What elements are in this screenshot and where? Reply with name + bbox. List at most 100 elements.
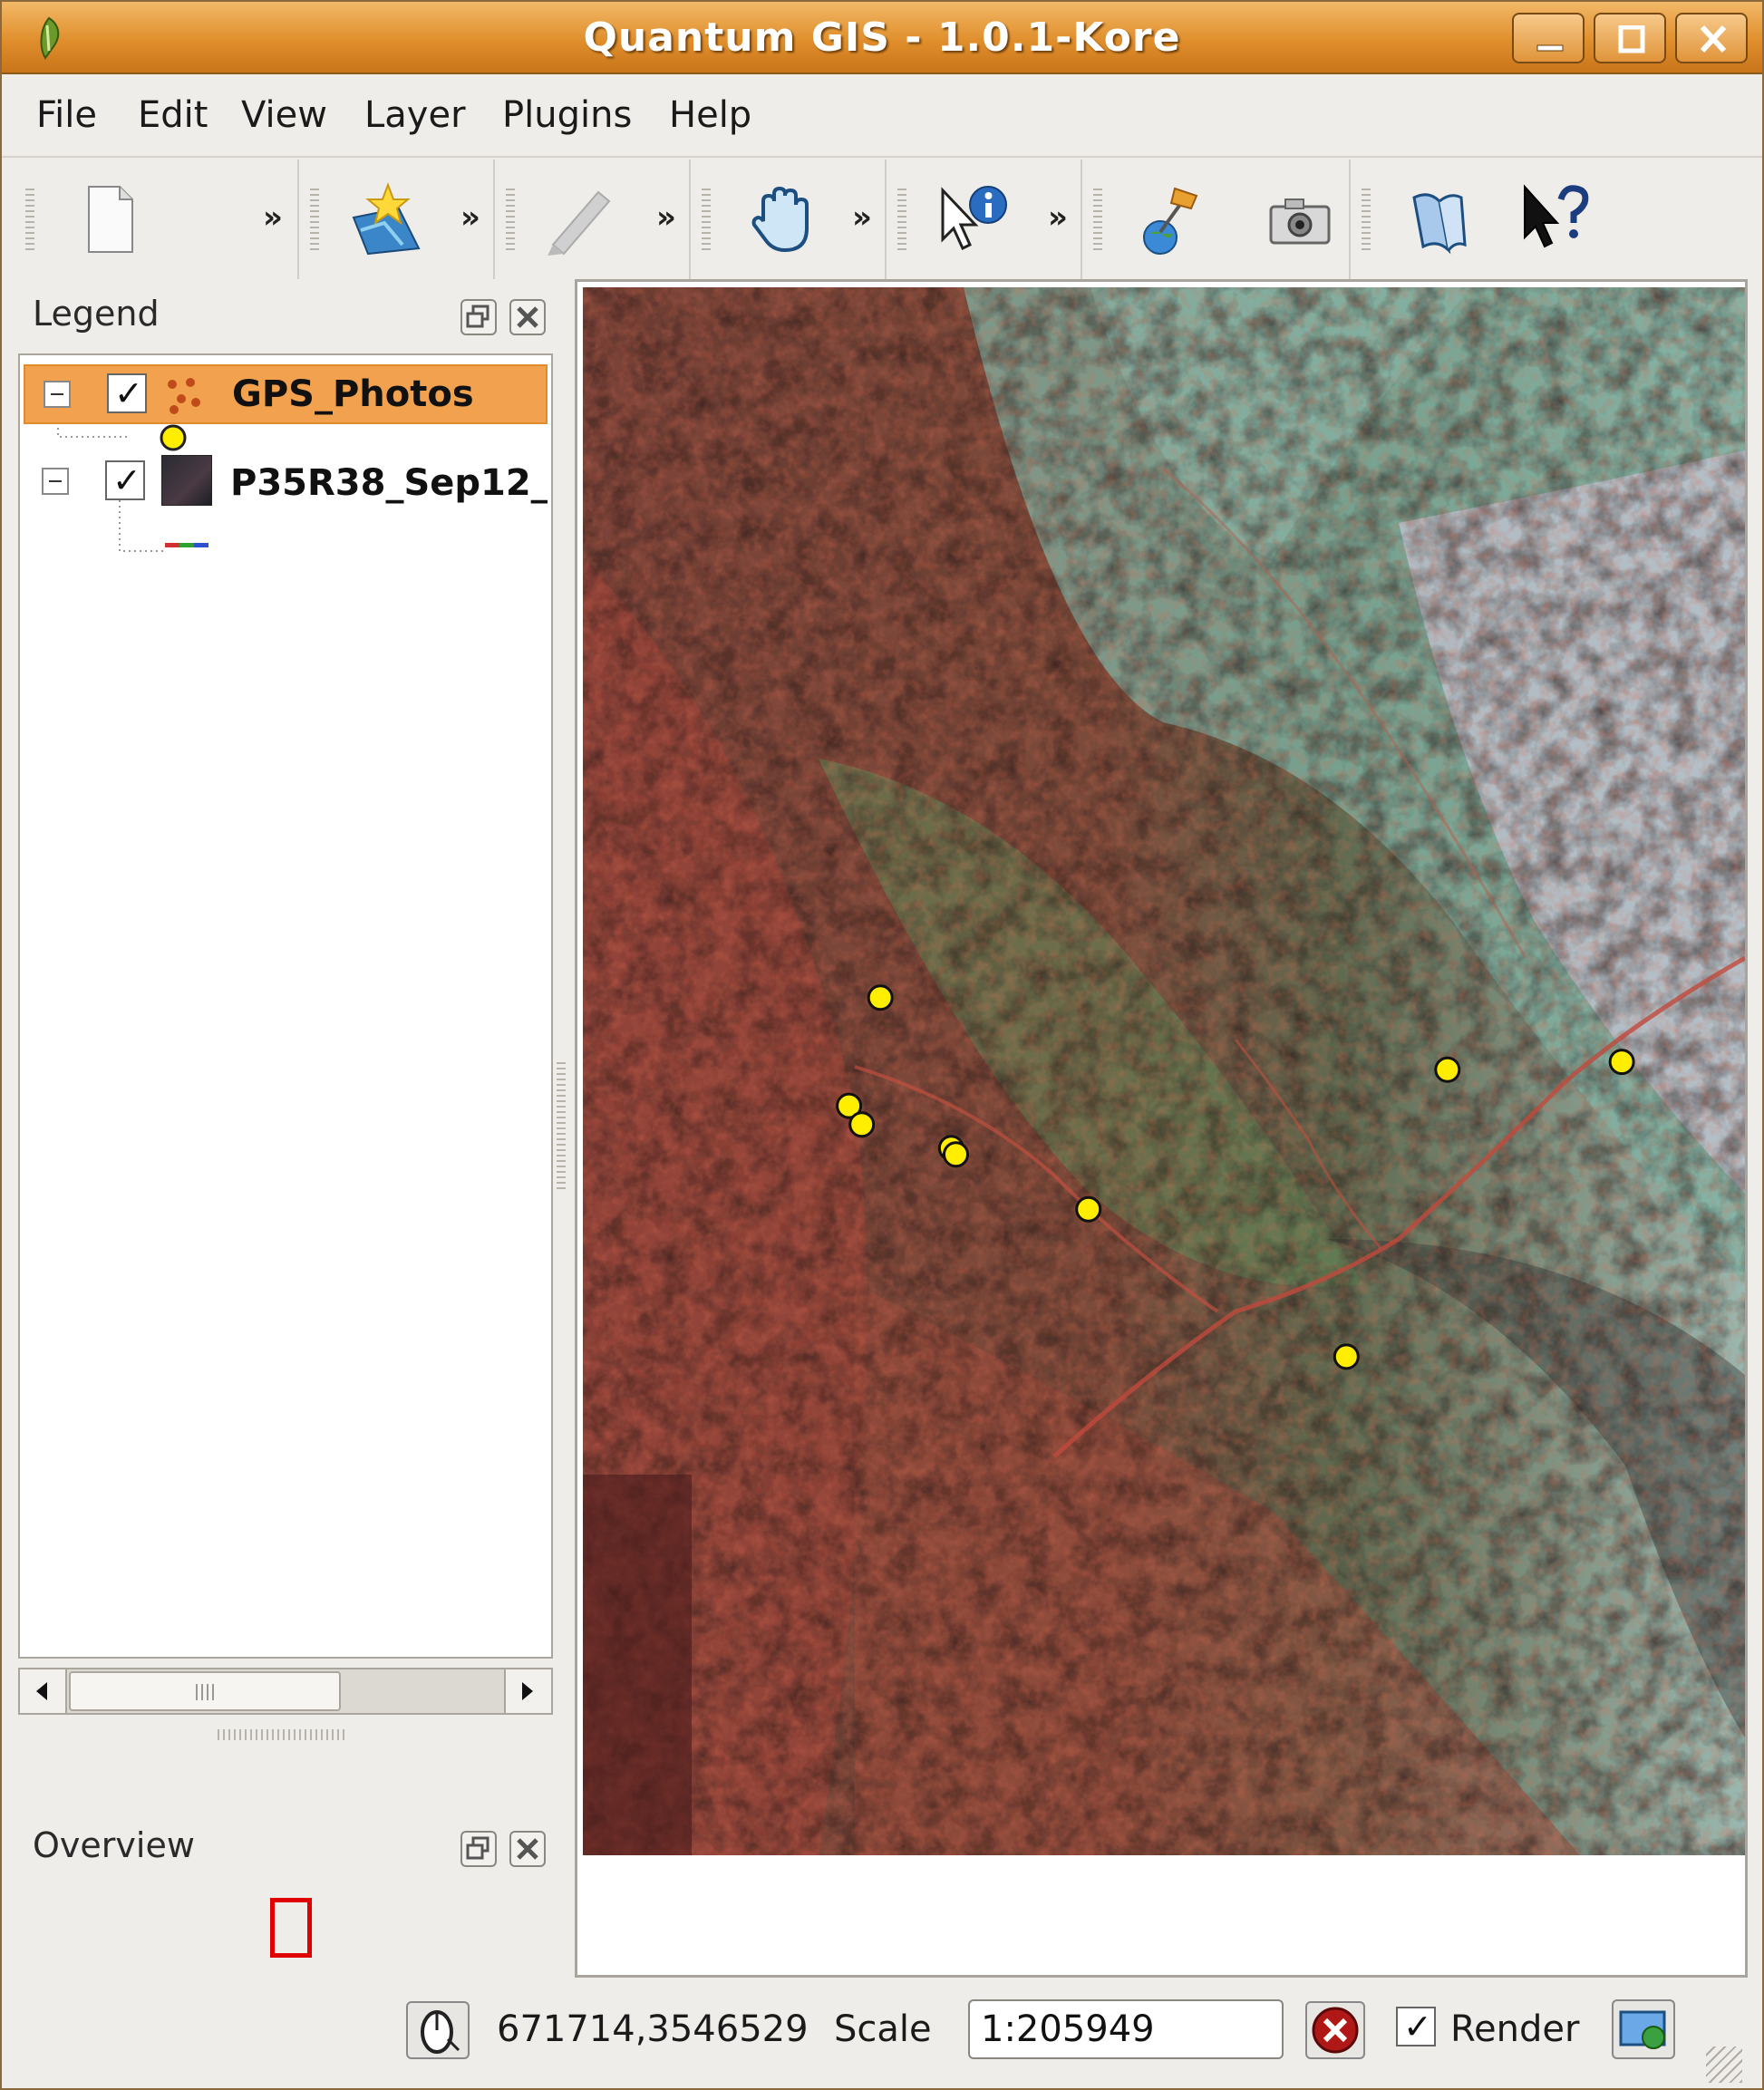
projection-button[interactable]	[1612, 1999, 1675, 2059]
toolbar-layers: »	[301, 160, 495, 279]
gps-photo-point[interactable]	[848, 1111, 876, 1138]
coordinate-toggle-button[interactable]	[406, 2001, 470, 2059]
legend-panel: Legend ✓ GPS_Photos ✓ P35R38_Sep12_2	[18, 279, 553, 1796]
scale-label: Scale	[834, 2008, 932, 2050]
projection-icon	[1619, 2010, 1666, 2049]
toolbar-grip[interactable]	[506, 189, 515, 252]
layer-name: GPS_Photos	[232, 373, 474, 415]
rgb-band-icon	[165, 543, 208, 547]
legend-tree[interactable]: ✓ GPS_Photos ✓ P35R38_Sep12_2	[18, 353, 553, 1659]
resize-grip[interactable]	[1706, 2046, 1742, 2083]
pan-hand-icon[interactable]	[745, 181, 821, 257]
toolbar-more-chevron[interactable]: »	[852, 199, 872, 236]
toolbar-plugins	[1084, 160, 1351, 279]
toolbar-more-chevron[interactable]: »	[656, 199, 676, 236]
scroll-grip	[196, 1684, 216, 1700]
toolbar-grip[interactable]	[310, 189, 319, 252]
layer-name: P35R38_Sep12_2	[230, 462, 548, 504]
render-label: Render	[1450, 2008, 1580, 2050]
menu-help[interactable]: Help	[669, 94, 751, 136]
collapse-toggle[interactable]	[42, 468, 69, 495]
toolbar-grip[interactable]	[897, 189, 906, 252]
overview-title: Overview	[33, 1825, 195, 1865]
whats-this-book-icon[interactable]	[1401, 181, 1478, 257]
check-mark: ✓	[1403, 2007, 1432, 2046]
toolbar-grip[interactable]	[1093, 189, 1102, 252]
toolbar-grip[interactable]	[702, 189, 711, 252]
toolbar-help	[1352, 160, 1589, 279]
arrow-right-icon	[522, 1682, 533, 1700]
gps-pin-icon[interactable]	[1133, 181, 1209, 257]
scroll-thumb[interactable]	[69, 1671, 341, 1711]
scroll-right-button[interactable]	[504, 1669, 551, 1713]
arrow-left-icon	[36, 1682, 47, 1700]
toolbar-digitizing: »	[497, 160, 691, 279]
legend-title: Legend	[33, 294, 160, 334]
map-splitter[interactable]	[557, 1062, 566, 1189]
legend-horizontal-scrollbar[interactable]	[18, 1668, 553, 1715]
check-mark: ✓	[112, 460, 141, 500]
gps-photo-point[interactable]	[943, 1141, 969, 1168]
render-checkbox[interactable]: ✓	[1396, 2007, 1436, 2046]
title-bar[interactable]: Quantum GIS - 1.0.1-Kore	[2, 2, 1762, 74]
close-icon	[517, 1838, 538, 1860]
overview-close-button[interactable]	[509, 1831, 546, 1867]
collapse-toggle[interactable]	[44, 381, 71, 408]
digitize-pencil-icon[interactable]	[544, 181, 620, 257]
stop-render-button[interactable]	[1305, 2001, 1365, 2059]
maximize-icon	[1618, 25, 1645, 53]
status-bar: 671714,3546529 Scale ✓ Render	[2, 1983, 1762, 2088]
window-title: Quantum GIS - 1.0.1-Kore	[583, 15, 1181, 61]
toolbar: » » » » »	[2, 160, 1762, 279]
map-canvas[interactable]	[575, 279, 1748, 1978]
gps-photo-point[interactable]	[1608, 1049, 1635, 1076]
toolbar-more-chevron[interactable]: »	[460, 199, 480, 236]
close-icon	[517, 306, 538, 328]
gps-photo-point[interactable]	[1333, 1343, 1360, 1370]
dock-splitter[interactable]	[218, 1729, 344, 1740]
toolbar-navigation: »	[693, 160, 887, 279]
layer-visibility-checkbox[interactable]: ✓	[107, 373, 147, 413]
overview-float-button[interactable]	[460, 1831, 497, 1867]
float-icon	[466, 1836, 489, 1860]
gps-photos-layer	[836, 984, 1635, 1370]
stop-icon	[1312, 2007, 1359, 2054]
point-symbol-icon	[160, 424, 187, 451]
float-icon	[466, 305, 489, 328]
gps-photo-point[interactable]	[867, 984, 894, 1011]
legend-layer-gps-photos[interactable]: ✓ GPS_Photos	[24, 364, 548, 424]
identify-icon[interactable]	[937, 181, 1013, 257]
menu-file[interactable]: File	[36, 94, 97, 136]
toolbar-more-chevron[interactable]: »	[1048, 199, 1068, 236]
satellite-raster-image[interactable]	[583, 287, 1745, 1855]
raster-thumbnail-icon	[161, 455, 212, 506]
maximize-button[interactable]	[1594, 13, 1666, 63]
capture-camera-icon[interactable]	[1262, 181, 1338, 257]
add-layer-icon[interactable]	[348, 181, 424, 257]
toolbar-more-chevron[interactable]: »	[263, 199, 283, 236]
minimize-button[interactable]	[1512, 13, 1585, 63]
legend-layer-raster[interactable]: ✓ P35R38_Sep12_2	[24, 451, 548, 511]
check-mark: ✓	[114, 373, 143, 413]
new-project-icon[interactable]	[73, 181, 149, 257]
scale-input[interactable]	[968, 1999, 1284, 2059]
legend-float-button[interactable]	[460, 299, 497, 335]
menu-layer[interactable]: Layer	[364, 94, 466, 136]
menu-view[interactable]: View	[241, 94, 327, 136]
context-help-icon[interactable]	[1521, 181, 1597, 257]
toolbar-attributes: »	[888, 160, 1082, 279]
scroll-left-button[interactable]	[20, 1669, 67, 1713]
menu-edit[interactable]: Edit	[138, 94, 208, 136]
layer-visibility-checkbox[interactable]: ✓	[105, 460, 145, 500]
close-button[interactable]	[1675, 13, 1748, 63]
gps-photo-point[interactable]	[1434, 1056, 1461, 1083]
overview-extent-rectangle[interactable]	[270, 1898, 312, 1958]
qgis-window: Quantum GIS - 1.0.1-Kore File Edit View …	[0, 0, 1764, 2090]
gps-photo-point[interactable]	[1075, 1195, 1102, 1223]
toolbar-grip[interactable]	[25, 189, 34, 252]
legend-close-button[interactable]	[509, 299, 546, 335]
menu-plugins[interactable]: Plugins	[502, 94, 632, 136]
toolbar-grip[interactable]	[1362, 189, 1371, 252]
mouse-pointer-icon	[421, 2010, 460, 2054]
toolbar-file: »	[16, 160, 299, 279]
